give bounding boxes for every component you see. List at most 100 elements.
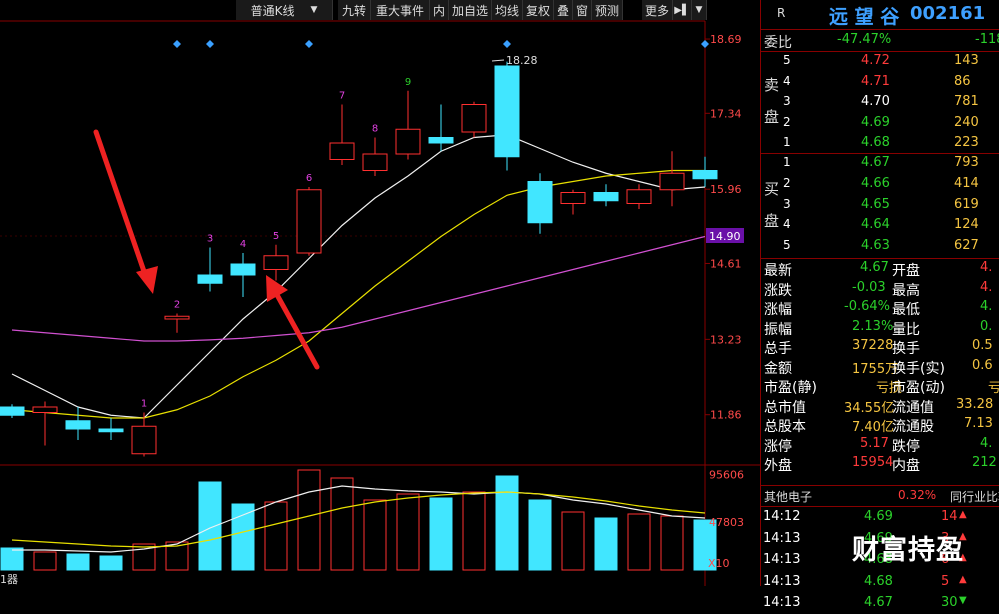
stock-code: 002161 bbox=[910, 3, 986, 24]
sell-volume: 86 bbox=[954, 73, 971, 89]
volume-bar bbox=[66, 553, 90, 571]
buy-level-row: 5 4.63 627 bbox=[761, 236, 999, 257]
stat-value: -0.03 bbox=[852, 279, 886, 295]
volume-bar bbox=[231, 503, 255, 571]
stat-row: 涨幅 -0.64% 最低 4. bbox=[761, 297, 999, 318]
arrow-down-icon: ▼ bbox=[959, 595, 967, 606]
stat-label-2: 内盘 bbox=[892, 458, 920, 474]
price-tick-label: 11.86 bbox=[710, 409, 742, 422]
buy-price: 4.65 bbox=[861, 196, 890, 212]
buy-volume: 414 bbox=[954, 175, 979, 191]
window-button[interactable]: 窗 bbox=[573, 0, 592, 20]
candle-body bbox=[65, 420, 91, 430]
sequence-label: 2 bbox=[174, 300, 180, 311]
more-button[interactable]: 更多 bbox=[642, 0, 673, 20]
arrow-up-icon: ▲ bbox=[959, 573, 967, 585]
candle-body bbox=[395, 128, 421, 155]
chevron-down-icon[interactable]: ▼ bbox=[692, 0, 707, 20]
sequence-label: 9 bbox=[405, 77, 411, 88]
volume-bar bbox=[99, 555, 123, 571]
stat-value-2: 4. bbox=[980, 279, 993, 295]
stat-row: 金额 1755万 换手(实) 0.6 bbox=[761, 356, 999, 377]
volume-bar bbox=[33, 551, 57, 571]
volume-tick-label: 47803 bbox=[709, 516, 744, 529]
volume-bar bbox=[561, 511, 585, 571]
buy-level: 4 bbox=[783, 217, 791, 232]
stat-value: -0.64% bbox=[844, 299, 890, 314]
candle-body bbox=[32, 406, 58, 413]
candle-body bbox=[230, 263, 256, 276]
forecast-button[interactable]: 预测 bbox=[592, 0, 623, 20]
watermark: 财富持盈 bbox=[852, 535, 964, 566]
price-tick-label: 15.96 bbox=[710, 183, 742, 196]
kline-type-button[interactable]: 普通K线 ▼ bbox=[236, 0, 333, 20]
candle-body bbox=[626, 189, 652, 204]
sell-level-row: 3 4.70 781 bbox=[761, 92, 999, 113]
stat-row: 最新 4.67 开盘 4. bbox=[761, 258, 999, 279]
kline-chart[interactable]: 1 2 3 4 5 6 7 8 9 18.69 17.34 15.96 14.61 13.23 11.86… bbox=[0, 0, 760, 586]
stat-row: 总股本 7.40亿 流通股 7.13 bbox=[761, 414, 999, 435]
adjust-button[interactable]: 复权 bbox=[523, 0, 554, 20]
sell-level: 2 bbox=[783, 114, 791, 129]
stat-value: 34.55亿 bbox=[844, 400, 895, 416]
volume-bar bbox=[627, 513, 651, 571]
sell-volume: 143 bbox=[954, 53, 979, 68]
overlay-button[interactable]: 叠 bbox=[554, 0, 573, 20]
buy-level: 2 bbox=[783, 175, 791, 190]
nav-right-icon[interactable]: ▶▌ bbox=[673, 0, 692, 20]
annotation-arrow-left-head bbox=[136, 266, 158, 294]
candle-body bbox=[428, 137, 454, 144]
inner-button[interactable]: 内 bbox=[430, 0, 449, 20]
sector-name: 其他电子 bbox=[764, 490, 813, 504]
volume-bar bbox=[594, 517, 618, 571]
candle-body bbox=[164, 315, 190, 320]
stat-value: 15954 bbox=[852, 455, 894, 470]
sell-level: 4 bbox=[783, 73, 791, 88]
volume-bar bbox=[495, 475, 519, 571]
candle-body bbox=[527, 181, 553, 224]
sequence-label: 1 bbox=[141, 399, 147, 410]
buy-price: 4.67 bbox=[861, 155, 890, 170]
candle-body bbox=[0, 406, 25, 416]
volume-tick-label: 95606 bbox=[709, 468, 744, 481]
volume-bar bbox=[0, 547, 24, 571]
candle-body bbox=[692, 170, 718, 180]
buy-volume: 793 bbox=[954, 155, 979, 170]
major-events-button[interactable]: 重大事件 bbox=[371, 0, 430, 20]
sell-level: 1 bbox=[783, 135, 791, 149]
volume-bar bbox=[363, 499, 387, 571]
buy-level: 1 bbox=[783, 155, 791, 169]
weibi-pct: -47.47% bbox=[837, 32, 892, 47]
sequence-label: 5 bbox=[273, 231, 279, 242]
jiuzhuan-button[interactable]: 九转 bbox=[338, 0, 371, 20]
price-axis: 18.69 17.34 15.96 14.61 13.23 11.86 bbox=[705, 33, 742, 422]
ma-button[interactable]: 均线 bbox=[492, 0, 523, 20]
stat-row: 总手 37228 换手 0.5 bbox=[761, 336, 999, 357]
tick-volume: 30 bbox=[941, 595, 958, 610]
sector-row[interactable]: 其他电子 0.32% 同行业比较 bbox=[761, 486, 999, 507]
diamond-icon bbox=[701, 40, 709, 48]
sell-level-row: 4 4.71 86 bbox=[761, 72, 999, 93]
sell-volume: 240 bbox=[954, 114, 979, 130]
sell-price: 4.68 bbox=[861, 135, 890, 150]
stat-value: 7.40亿 bbox=[852, 420, 894, 435]
buy-level: 3 bbox=[783, 196, 791, 211]
sell-level-row: 1 4.68 223 bbox=[761, 133, 999, 154]
chevron-down-icon: ▼ bbox=[310, 5, 318, 15]
sequence-label: 8 bbox=[372, 124, 378, 135]
volume-bars bbox=[0, 469, 717, 571]
sell-price: 4.71 bbox=[861, 73, 890, 89]
buy-volume: 619 bbox=[954, 196, 979, 212]
stat-row: 外盘 15954 内盘 212 bbox=[761, 453, 999, 474]
volume-bar bbox=[297, 469, 321, 571]
stock-header: R 远 望 谷 002161 bbox=[761, 0, 999, 28]
tick-volume: 14 bbox=[941, 509, 958, 524]
price-tick-label: 14.61 bbox=[710, 257, 742, 270]
sell-level: 3 bbox=[783, 94, 791, 108]
buy-level: 5 bbox=[783, 238, 791, 253]
tick-time: 14:13 bbox=[763, 595, 801, 610]
volume-unit-label: X10 bbox=[708, 557, 730, 570]
add-watchlist-button[interactable]: 加自选 bbox=[449, 0, 492, 20]
stat-value: 5.17 bbox=[860, 435, 889, 451]
sector-compare-link[interactable]: 同行业比较 bbox=[950, 488, 999, 505]
